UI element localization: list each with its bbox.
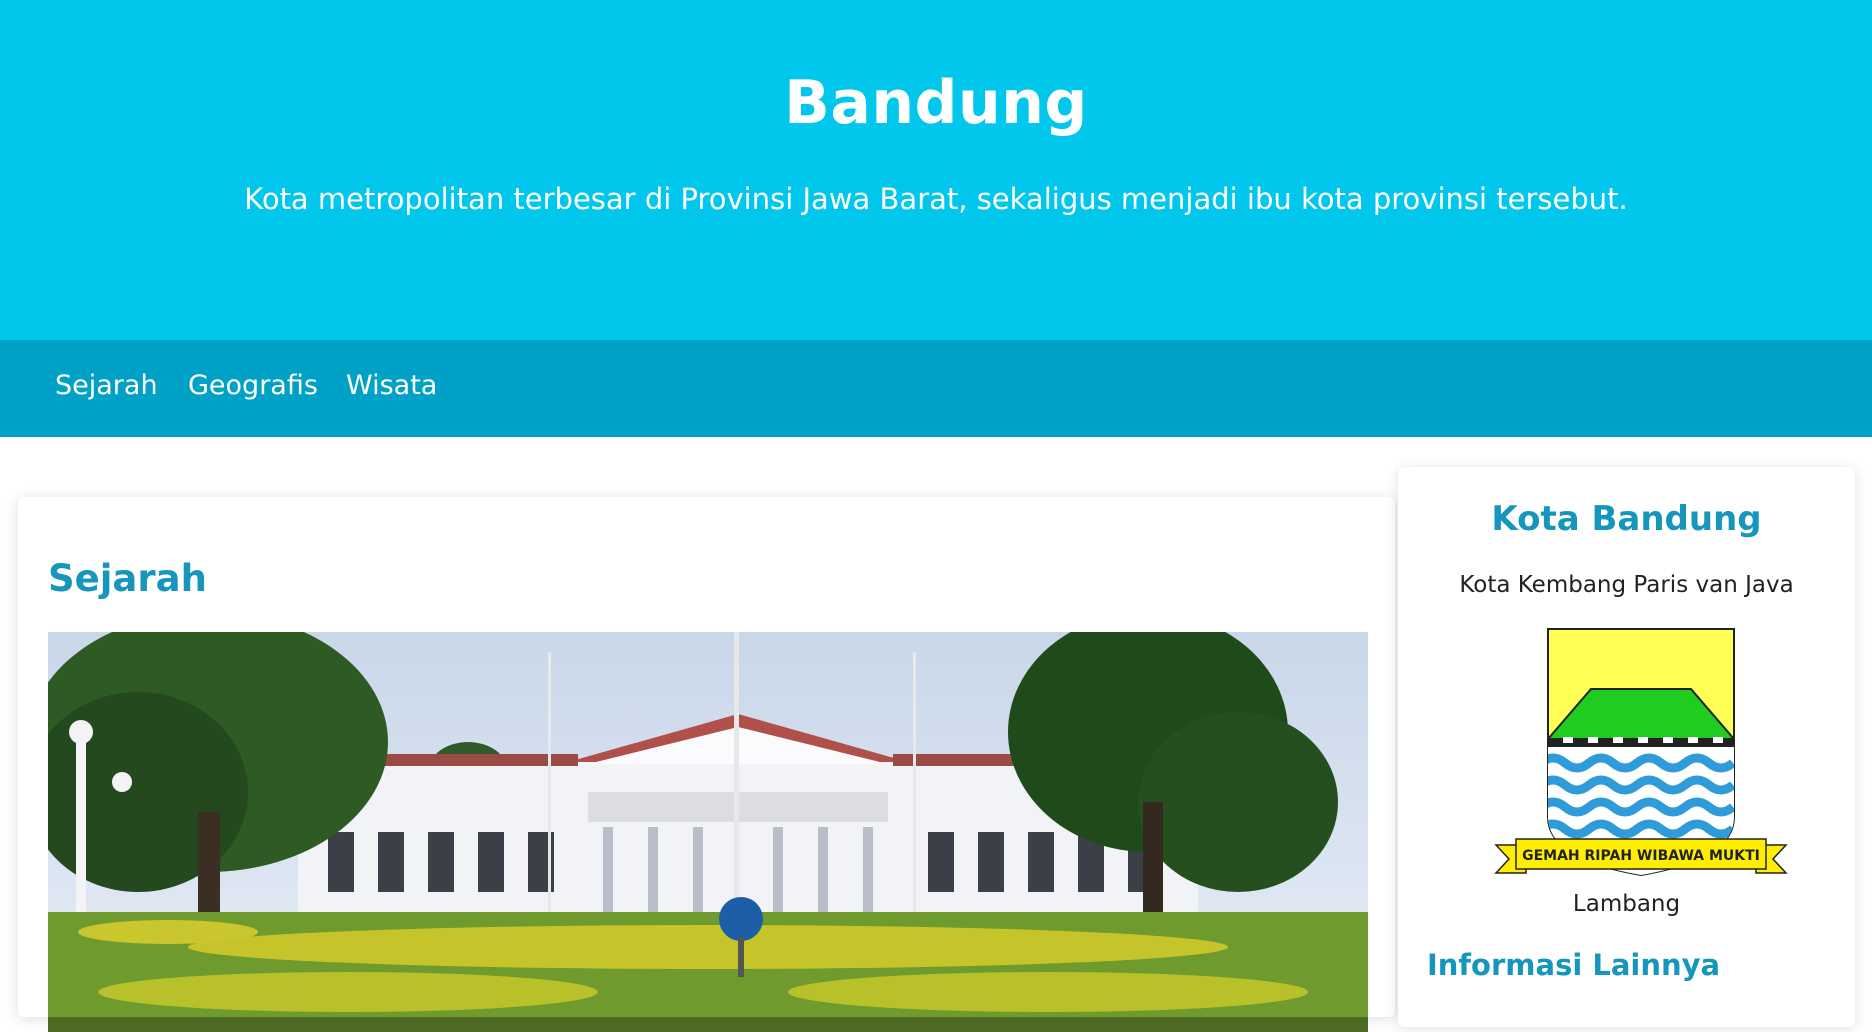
gedung-sate-photo bbox=[48, 632, 1368, 1032]
nav-link-sejarah[interactable]: Sejarah bbox=[55, 370, 158, 401]
emblem-caption: Lambang bbox=[1572, 891, 1681, 917]
nav-link-geografis[interactable]: Geografis bbox=[188, 370, 318, 401]
emblem-motto: GEMAH RIPAH WIBAWA MUKTI bbox=[1522, 848, 1760, 864]
city-info-sidebar: Kota Bandung Kota Kembang Paris van Java bbox=[1398, 467, 1855, 1027]
sejarah-article-card: Sejarah bbox=[18, 497, 1395, 1032]
hero-header: Bandung Kota metropolitan terbesar di Pr… bbox=[0, 0, 1872, 340]
main-navbar: Sejarah Geografis Wisata bbox=[0, 340, 1872, 437]
more-info-heading: Informasi Lainnya bbox=[1427, 948, 1721, 982]
page-title: Bandung bbox=[784, 68, 1088, 138]
page-subtitle: Kota metropolitan terbesar di Provinsi J… bbox=[244, 182, 1628, 216]
city-tagline: Kota Kembang Paris van Java bbox=[1459, 572, 1794, 598]
nav-link-wisata[interactable]: Wisata bbox=[346, 370, 437, 401]
sidebar-title: Kota Bandung bbox=[1491, 499, 1762, 539]
section-title: Sejarah bbox=[48, 557, 207, 600]
city-emblem: GEMAH RIPAH WIBAWA MUKTI bbox=[1494, 628, 1788, 877]
